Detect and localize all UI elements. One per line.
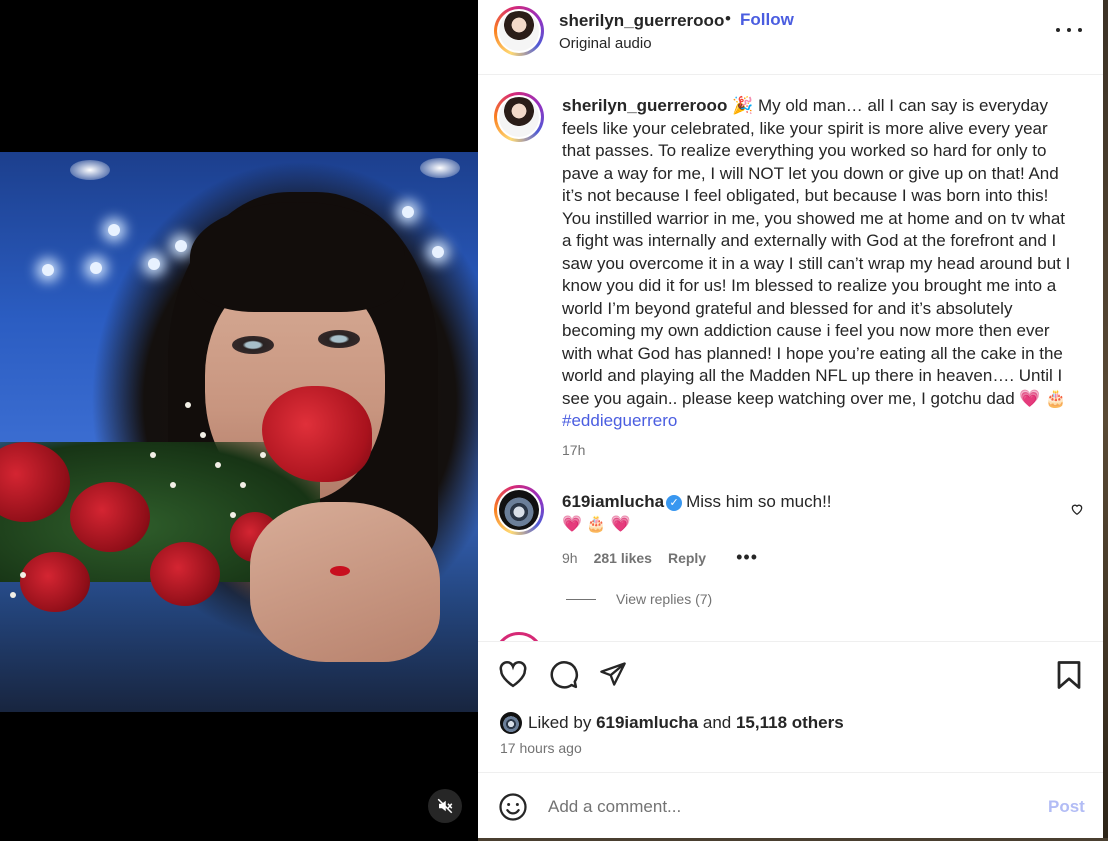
ellipsis-icon bbox=[1056, 28, 1060, 32]
bouquet-rose bbox=[150, 542, 220, 606]
liked-by: Liked by 619iamlucha and 15,118 others bbox=[500, 712, 844, 734]
comment-meta: 9h 281 likes Reply ••• bbox=[562, 547, 758, 568]
comment-form: Post bbox=[478, 774, 1103, 838]
hashtag-link[interactable]: #eddieguerrero bbox=[562, 411, 677, 430]
caption-text: sherilyn_guerrerooo 🎉 My old man… all I … bbox=[562, 95, 1074, 433]
comment-input[interactable] bbox=[548, 794, 1018, 820]
view-replies-button[interactable]: View replies (7) bbox=[566, 591, 712, 607]
stage-light bbox=[148, 258, 160, 270]
post-actions: Liked by 619iamlucha and 15,118 others 1… bbox=[478, 641, 1103, 773]
babys-breath bbox=[200, 432, 206, 438]
bouquet-rose bbox=[70, 482, 150, 552]
comment-emojis: 💗 🎂 💗 bbox=[562, 516, 631, 533]
post-timestamp[interactable]: 17 hours ago bbox=[500, 740, 582, 756]
babys-breath bbox=[185, 402, 191, 408]
author-avatar[interactable] bbox=[494, 6, 544, 56]
author-username[interactable]: sherilyn_guerrerooo bbox=[559, 11, 724, 31]
more-options-button[interactable] bbox=[1056, 20, 1082, 40]
post-header: sherilyn_guerrerooo • Follow Original au… bbox=[478, 0, 1103, 75]
caption-timestamp[interactable]: 17h bbox=[562, 442, 585, 458]
babys-breath bbox=[170, 482, 176, 488]
stage-spotlight bbox=[70, 160, 110, 180]
divider-line bbox=[566, 598, 596, 600]
audio-label[interactable]: Original audio bbox=[559, 35, 652, 52]
emoji-picker-button[interactable] bbox=[498, 792, 528, 827]
share-button[interactable] bbox=[598, 660, 628, 693]
stage-light bbox=[175, 240, 187, 252]
stage-spotlight bbox=[420, 158, 460, 178]
stage-light bbox=[42, 264, 54, 276]
save-button[interactable] bbox=[1056, 660, 1082, 695]
video-player[interactable] bbox=[0, 152, 478, 712]
liker-avatar[interactable] bbox=[500, 712, 522, 734]
caption-body: 🎉 My old man… all I can say is everyday … bbox=[562, 96, 1071, 408]
stage-light bbox=[90, 262, 102, 274]
babys-breath bbox=[20, 572, 26, 578]
babys-breath bbox=[260, 452, 266, 458]
caption-username[interactable]: sherilyn_guerrerooo bbox=[562, 96, 727, 115]
bookmark-icon bbox=[1057, 661, 1081, 689]
comment-more-button[interactable]: ••• bbox=[736, 547, 758, 568]
stage-light bbox=[432, 246, 444, 258]
like-button[interactable] bbox=[498, 660, 528, 693]
babys-breath bbox=[215, 462, 221, 468]
paper-plane-icon bbox=[600, 662, 626, 686]
eye-shape bbox=[318, 330, 360, 348]
nail-shape bbox=[330, 566, 350, 576]
babys-breath bbox=[10, 592, 16, 598]
bangs-shape bbox=[190, 202, 405, 312]
liked-by-prefix: Liked by bbox=[528, 713, 592, 732]
comment-button[interactable] bbox=[549, 660, 579, 695]
liked-by-and: and bbox=[702, 713, 732, 732]
comment-username[interactable]: 619iamlucha bbox=[562, 492, 664, 511]
eye-shape bbox=[232, 336, 274, 354]
mute-toggle-button[interactable] bbox=[428, 789, 462, 823]
bouquet-rose bbox=[20, 552, 90, 612]
speaker-muted-icon bbox=[437, 798, 453, 814]
comment-body: Miss him so much!! bbox=[686, 492, 832, 511]
caption-author-avatar[interactable] bbox=[494, 92, 544, 142]
post-detail-panel: sherilyn_guerrerooo • Follow Original au… bbox=[478, 0, 1103, 838]
comment-likes[interactable]: 281 likes bbox=[594, 550, 652, 566]
view-replies-label: View replies (7) bbox=[616, 591, 713, 607]
comment-bubble-icon bbox=[550, 661, 578, 689]
stage-light bbox=[402, 206, 414, 218]
commenter-avatar[interactable] bbox=[494, 485, 544, 535]
likes-count[interactable]: 15,118 others bbox=[736, 713, 844, 733]
comment-timestamp[interactable]: 9h bbox=[562, 550, 578, 566]
reply-button[interactable]: Reply bbox=[668, 550, 706, 566]
liker-username[interactable]: 619iamlucha bbox=[596, 713, 698, 733]
babys-breath bbox=[230, 512, 236, 518]
post-comment-button[interactable]: Post bbox=[1048, 797, 1085, 817]
comment-like-button[interactable] bbox=[1070, 502, 1084, 521]
smiley-icon bbox=[499, 793, 527, 821]
follow-button[interactable]: Follow bbox=[740, 10, 794, 30]
separator-dot: • bbox=[725, 9, 731, 28]
hand-shape bbox=[250, 502, 440, 662]
verified-badge-icon: ✓ bbox=[666, 495, 683, 511]
media-pane bbox=[0, 0, 478, 841]
background-edge bbox=[1103, 0, 1108, 841]
babys-breath bbox=[150, 452, 156, 458]
stage-light bbox=[108, 224, 120, 236]
babys-breath bbox=[240, 482, 246, 488]
comment: 619iamlucha ✓ Miss him so much!! bbox=[562, 492, 832, 512]
heart-icon bbox=[499, 660, 527, 688]
heart-icon bbox=[1071, 504, 1083, 516]
